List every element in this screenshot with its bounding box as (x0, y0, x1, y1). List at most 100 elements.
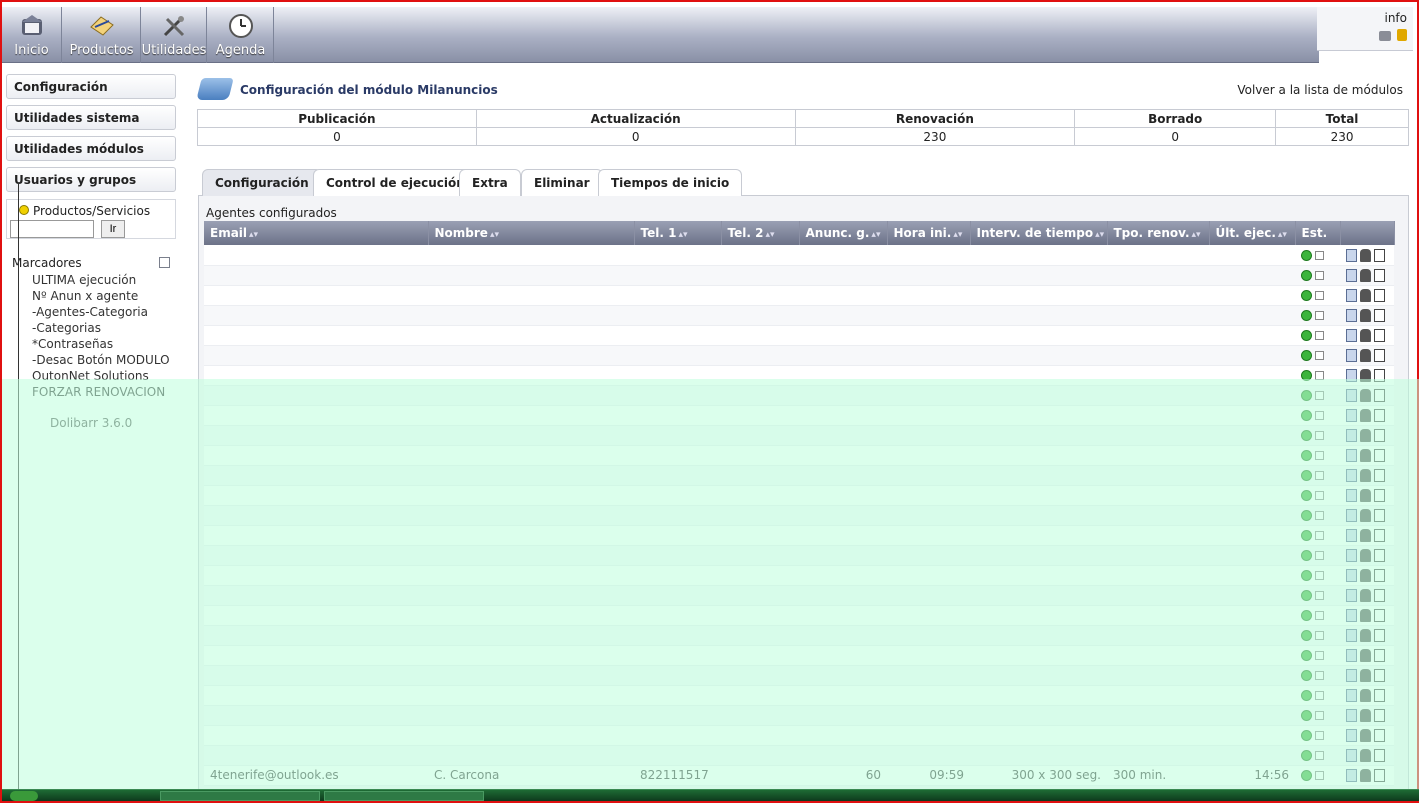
select-checkbox[interactable] (1315, 631, 1324, 640)
edit-icon[interactable] (1346, 329, 1357, 342)
delete-icon[interactable] (1374, 549, 1385, 562)
product-search-button[interactable]: Ir (101, 220, 125, 238)
edit-icon[interactable] (1346, 449, 1357, 462)
table-row[interactable] (204, 545, 1394, 566)
status-active-icon[interactable] (1301, 590, 1312, 601)
product-search-input[interactable] (10, 220, 94, 238)
user-icon[interactable] (1360, 289, 1371, 302)
status-active-icon[interactable] (1301, 530, 1312, 541)
delete-icon[interactable] (1374, 389, 1385, 402)
status-active-icon[interactable] (1301, 450, 1312, 461)
delete-icon[interactable] (1374, 469, 1385, 482)
edit-icon[interactable] (1346, 589, 1357, 602)
select-checkbox[interactable] (1315, 291, 1324, 300)
delete-icon[interactable] (1374, 769, 1385, 782)
user-icon[interactable] (1360, 248, 1371, 262)
user-icon[interactable] (1360, 429, 1371, 442)
table-row[interactable] (204, 665, 1394, 686)
table-row[interactable] (204, 645, 1394, 666)
status-active-icon[interactable] (1301, 710, 1312, 721)
select-checkbox[interactable] (1315, 531, 1324, 540)
tab-eliminar[interactable]: Eliminar (521, 169, 603, 196)
select-checkbox[interactable] (1315, 731, 1324, 740)
col-ultima-ejecucion[interactable]: Últ. ejec. ▴▾ (1209, 221, 1296, 245)
user-icon[interactable] (1360, 669, 1371, 682)
user-icon[interactable] (1360, 409, 1371, 422)
bookmark-item[interactable]: *Contraseñas (6, 336, 176, 352)
select-checkbox[interactable] (1315, 511, 1324, 520)
status-active-icon[interactable] (1301, 350, 1312, 361)
col-email[interactable]: Email ▴▾ (204, 221, 429, 245)
delete-icon[interactable] (1374, 289, 1385, 302)
user-icon[interactable] (1360, 729, 1371, 742)
status-active-icon[interactable] (1301, 750, 1312, 761)
edit-icon[interactable] (1346, 489, 1357, 502)
delete-icon[interactable] (1374, 609, 1385, 622)
tab-control-ejecucion[interactable]: Control de ejecución (313, 169, 478, 196)
edit-icon[interactable] (1346, 529, 1357, 542)
select-checkbox[interactable] (1315, 691, 1324, 700)
status-active-icon[interactable] (1301, 770, 1312, 781)
sidebar-item-usuarios-grupos[interactable]: Usuarios y grupos (6, 167, 176, 192)
delete-icon[interactable] (1374, 248, 1385, 262)
select-checkbox[interactable] (1315, 771, 1324, 780)
status-active-icon[interactable] (1301, 390, 1312, 401)
nav-productos[interactable]: Productos (63, 7, 141, 63)
printer-icon[interactable] (1379, 31, 1391, 41)
tab-extra[interactable]: Extra (459, 169, 521, 196)
col-hora-inicio[interactable]: Hora ini. ▴▾ (887, 221, 971, 245)
edit-icon[interactable] (1346, 609, 1357, 622)
table-row[interactable] (204, 425, 1394, 446)
edit-icon[interactable] (1346, 629, 1357, 642)
select-checkbox[interactable] (1315, 351, 1324, 360)
select-checkbox[interactable] (1315, 551, 1324, 560)
user-icon[interactable] (1360, 709, 1371, 722)
bookmark-item[interactable]: -Desac Botón MODULO (6, 352, 176, 368)
delete-icon[interactable] (1374, 749, 1385, 762)
user-icon[interactable] (1360, 309, 1371, 322)
taskbar-item[interactable] (160, 791, 320, 801)
select-checkbox[interactable] (1315, 651, 1324, 660)
delete-icon[interactable] (1374, 369, 1385, 382)
edit-icon[interactable] (1346, 309, 1357, 322)
table-row[interactable] (204, 565, 1394, 586)
status-active-icon[interactable] (1301, 470, 1312, 481)
bookmark-item[interactable]: -Categorias (6, 320, 176, 336)
select-checkbox[interactable] (1315, 431, 1324, 440)
table-row[interactable] (204, 365, 1394, 386)
table-row[interactable] (204, 745, 1394, 766)
add-bookmark-icon[interactable] (159, 257, 170, 268)
edit-icon[interactable] (1346, 729, 1357, 742)
user-icon[interactable] (1360, 609, 1371, 622)
status-active-icon[interactable] (1301, 490, 1312, 501)
status-active-icon[interactable] (1301, 290, 1312, 301)
bookmark-item[interactable]: ULTIMA ejecución (6, 272, 176, 288)
table-row[interactable] (204, 525, 1394, 546)
col-nombre[interactable]: Nombre ▴▾ (428, 221, 635, 245)
select-checkbox[interactable] (1315, 371, 1324, 380)
user-icon[interactable] (1360, 449, 1371, 462)
delete-icon[interactable] (1374, 429, 1385, 442)
delete-icon[interactable] (1374, 449, 1385, 462)
status-active-icon[interactable] (1301, 410, 1312, 421)
table-row[interactable] (204, 485, 1394, 506)
select-checkbox[interactable] (1315, 711, 1324, 720)
col-tel1[interactable]: Tel. 1 ▴▾ (634, 221, 722, 245)
edit-icon[interactable] (1346, 269, 1357, 282)
user-icon[interactable] (1360, 529, 1371, 542)
select-checkbox[interactable] (1315, 331, 1324, 340)
table-row[interactable] (204, 465, 1394, 486)
edit-icon[interactable] (1346, 469, 1357, 482)
delete-icon[interactable] (1374, 269, 1385, 282)
table-row[interactable] (204, 265, 1394, 286)
select-checkbox[interactable] (1315, 591, 1324, 600)
status-active-icon[interactable] (1301, 510, 1312, 521)
status-active-icon[interactable] (1301, 370, 1312, 381)
table-row[interactable] (204, 305, 1394, 326)
start-button[interactable] (10, 791, 38, 801)
user-icon[interactable] (1360, 489, 1371, 502)
delete-icon[interactable] (1374, 689, 1385, 702)
table-row[interactable] (204, 505, 1394, 526)
edit-icon[interactable] (1346, 769, 1357, 782)
edit-icon[interactable] (1346, 749, 1357, 762)
